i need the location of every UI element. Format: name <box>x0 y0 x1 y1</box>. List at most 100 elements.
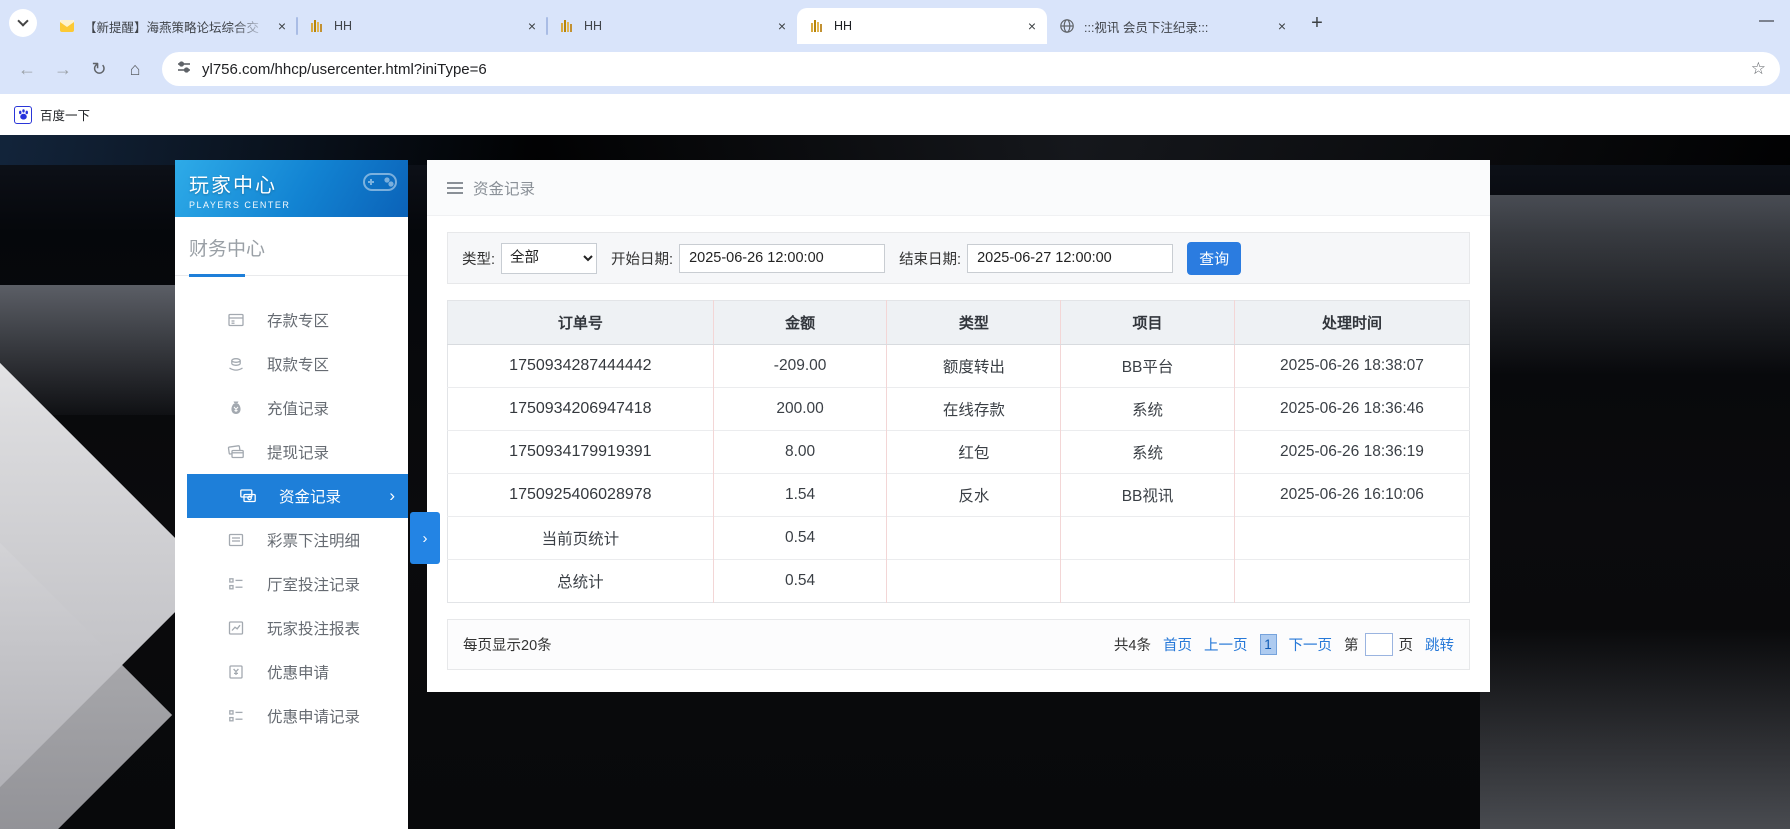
sidebar-item-label: 优惠申请记录 <box>267 705 360 727</box>
close-icon[interactable]: × <box>523 17 541 35</box>
col-process-time: 处理时间 <box>1234 301 1469 345</box>
reload-icon[interactable]: ↻ <box>82 52 116 86</box>
bank-cards-icon <box>227 443 245 461</box>
cell-time: 2025-06-26 18:36:19 <box>1234 431 1469 474</box>
cell-type: 红包 <box>887 431 1061 474</box>
close-icon[interactable]: × <box>773 17 791 35</box>
sidebar-item-player-bet-report[interactable]: 玩家投注报表› <box>175 606 408 650</box>
bookmarks-bar: 百度一下 <box>0 94 1790 135</box>
window-minimize-button[interactable]: — <box>1759 12 1774 29</box>
cell-order-id: 1750934179919391 <box>448 431 714 474</box>
sidebar-item-recharge-record[interactable]: 充值记录› <box>175 386 408 430</box>
hh-favicon <box>809 18 825 34</box>
tab-search-button[interactable] <box>9 9 37 37</box>
home-icon[interactable]: ⌂ <box>118 52 152 86</box>
browser-tab-1[interactable]: 【新提醒】海燕策略论坛综合交 × <box>47 8 297 44</box>
background-art <box>1490 195 1790 375</box>
browser-tab-5[interactable]: :::视讯 会员下注纪录::: × <box>1047 8 1297 44</box>
forward-icon[interactable]: → <box>46 52 80 86</box>
cell-amount: 200.00 <box>713 388 887 431</box>
cell-order-id: 1750934206947418 <box>448 388 714 431</box>
tab-title: HH <box>584 19 767 33</box>
sidebar-item-funds-record[interactable]: 资金记录› <box>187 474 408 518</box>
bookmark-baidu[interactable]: 百度一下 <box>14 105 90 124</box>
next-page-link[interactable]: 下一页 <box>1289 634 1333 655</box>
hh-favicon <box>309 18 325 34</box>
sidebar-item-withdraw-zone[interactable]: 取款专区› <box>175 342 408 386</box>
close-icon[interactable]: × <box>1023 17 1041 35</box>
sidebar-item-deposit[interactable]: 存款专区› <box>175 298 408 342</box>
mail-favicon <box>59 18 75 34</box>
funds-record-icon <box>239 487 257 505</box>
sidebar-item-label: 充值记录 <box>267 397 329 419</box>
cell-summary-label: 总统计 <box>448 560 714 603</box>
bookmark-star-icon[interactable]: ☆ <box>1751 59 1766 79</box>
address-bar[interactable]: yl756.com/hhcp/usercenter.html?iniType=6… <box>162 52 1780 86</box>
page-jump-input[interactable] <box>1365 633 1393 656</box>
prev-page-link[interactable]: 上一页 <box>1204 634 1248 655</box>
sidebar-item-hall-bet-record[interactable]: 厅室投注记录› <box>175 562 408 606</box>
end-date-input[interactable] <box>967 244 1173 273</box>
browser-toolbar: ← → ↻ ⌂ yl756.com/hhcp/usercenter.html?i… <box>0 44 1790 94</box>
money-bag-icon <box>227 399 245 417</box>
sidebar-item-label: 提现记录 <box>267 441 329 463</box>
cell-summary-amount: 0.54 <box>713 560 887 603</box>
sidebar-toggle-handle[interactable]: › <box>410 512 440 564</box>
sidebar-header: 玩家中心 PLAYERS CENTER <box>175 160 408 217</box>
browser-tab-4-active[interactable]: HH × <box>797 8 1047 44</box>
table-row: 1750934206947418 200.00 在线存款 系统 2025-06-… <box>448 388 1470 431</box>
browser-tab-3[interactable]: HH × <box>547 8 797 44</box>
site-info-icon[interactable] <box>176 59 192 80</box>
browser-tab-2[interactable]: HH × <box>297 8 547 44</box>
current-page-indicator: 1 <box>1260 634 1277 655</box>
jump-suffix-label: 页 <box>1399 634 1414 655</box>
cell-summary-amount: 0.54 <box>713 517 887 560</box>
hh-favicon <box>559 18 575 34</box>
cell-summary-label: 当前页统计 <box>448 517 714 560</box>
table-row: 1750934179919391 8.00 红包 系统 2025-06-26 1… <box>448 431 1470 474</box>
close-icon[interactable]: × <box>273 17 291 35</box>
cell-type: 反水 <box>887 474 1061 517</box>
sidebar-item-label: 存款专区 <box>267 309 329 331</box>
query-button[interactable]: 查询 <box>1187 242 1241 275</box>
bookmark-label: 百度一下 <box>40 105 90 124</box>
sidebar-menu: 存款专区› 取款专区› 充值记录› 提现记录› 资金记录› <box>175 276 408 738</box>
sidebar-item-lottery-bet-detail[interactable]: 彩票下注明细› <box>175 518 408 562</box>
page-header: 资金记录 <box>427 160 1490 216</box>
chevron-right-icon: › <box>389 486 395 506</box>
cell-project: 系统 <box>1061 431 1235 474</box>
back-icon[interactable]: ← <box>10 52 44 86</box>
baidu-paw-icon <box>14 106 32 124</box>
start-date-label: 开始日期: <box>611 248 673 269</box>
new-tab-button[interactable]: + <box>1303 9 1331 37</box>
cell-project: BB视讯 <box>1061 474 1235 517</box>
summary-row-total: 总统计 0.54 <box>448 560 1470 603</box>
start-date-input[interactable] <box>679 244 885 273</box>
browser-window: 【新提醒】海燕策略论坛综合交 × HH × HH × HH × <box>0 0 1790 829</box>
tab-title: 【新提醒】海燕策略论坛综合交 <box>84 17 267 36</box>
sidebar-item-promo-apply[interactable]: 优惠申请› <box>175 650 408 694</box>
sidebar-item-label: 优惠申请 <box>267 661 329 683</box>
jump-button[interactable]: 跳转 <box>1425 634 1454 655</box>
funds-record-table: 订单号 金额 类型 项目 处理时间 1750934287444442 -209.… <box>447 300 1470 603</box>
cell-order-id: 1750934287444442 <box>448 345 714 388</box>
cell-time: 2025-06-26 18:36:46 <box>1234 388 1469 431</box>
tab-strip: 【新提醒】海燕策略论坛综合交 × HH × HH × HH × <box>0 0 1790 44</box>
main-panel: 资金记录 类型: 全部 开始日期: 结束日期: 查询 订单号 <box>427 160 1490 692</box>
sidebar-item-label: 取款专区 <box>267 353 329 375</box>
table-row: 1750934287444442 -209.00 额度转出 BB平台 2025-… <box>448 345 1470 388</box>
cell-order-id: 1750925406028978 <box>448 474 714 517</box>
cell-time: 2025-06-26 16:10:06 <box>1234 474 1469 517</box>
table-row: 1750925406028978 1.54 反水 BB视讯 2025-06-26… <box>448 474 1470 517</box>
tab-title: :::视讯 会员下注纪录::: <box>1084 17 1267 36</box>
jump-prefix-label: 第 <box>1344 634 1359 655</box>
cell-type: 在线存款 <box>887 388 1061 431</box>
sidebar-item-promo-apply-record[interactable]: 优惠申请记录› <box>175 694 408 738</box>
background-art <box>0 503 172 829</box>
first-page-link[interactable]: 首页 <box>1163 634 1192 655</box>
sidebar-item-withdraw-record[interactable]: 提现记录› <box>175 430 408 474</box>
close-icon[interactable]: × <box>1273 17 1291 35</box>
chevron-down-icon <box>17 15 28 26</box>
type-select[interactable]: 全部 <box>501 243 597 274</box>
summary-row-page: 当前页统计 0.54 <box>448 517 1470 560</box>
